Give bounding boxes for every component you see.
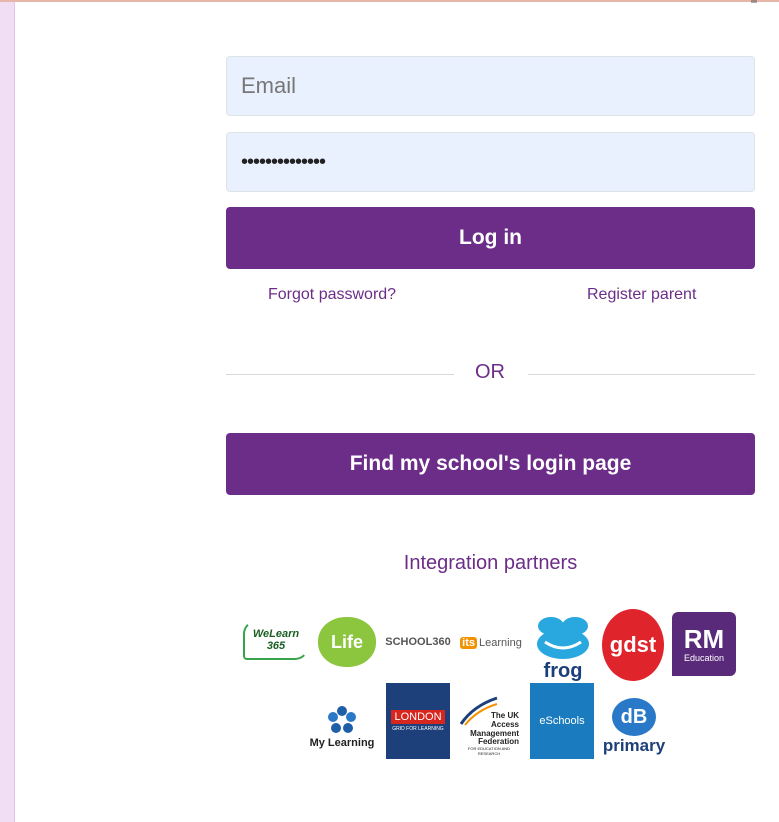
divider-right (528, 374, 755, 375)
welearn-logo: WeLearn 365 (243, 620, 309, 660)
welearn-logo-text: WeLearn 365 (252, 628, 300, 652)
email-input[interactable] (227, 57, 754, 115)
password-input[interactable] (227, 133, 754, 191)
eschools-logo-text: eSchools (539, 715, 585, 727)
life-logo-text: Life (330, 631, 363, 652)
itslearning-badge: its (460, 637, 477, 649)
itslearning-logo: its Learning (459, 630, 523, 656)
email-field[interactable] (226, 56, 755, 116)
gdst-logo: gdst (602, 609, 664, 681)
school360-logo-text: SCHOOL360 (385, 636, 451, 648)
frog-logo-text: frog (543, 660, 583, 682)
mylearning-logo-text: My Learning (309, 737, 375, 749)
corner-mark (751, 0, 757, 3)
gdst-logo-text: gdst (609, 632, 657, 657)
register-parent-link[interactable]: Register parent (587, 286, 696, 304)
or-separator: OR (475, 361, 505, 383)
frog-icon (537, 617, 589, 659)
login-button[interactable]: Log in (226, 207, 755, 269)
london-logo-text: LONDON (391, 710, 445, 724)
ukfed-swoosh-icon (459, 696, 498, 726)
life-logo: Life (318, 617, 376, 667)
london-grid-logo: LONDON GRID FOR LEARNING (386, 683, 450, 759)
integration-partners-heading: Integration partners (403, 552, 578, 574)
school360-logo: SCHOOL360 (385, 628, 451, 656)
password-field[interactable] (226, 132, 755, 192)
ukfed-text-5: FOR EDUCATION AND RESEARCH (467, 746, 511, 756)
rm-logo-text: RM (683, 624, 725, 654)
db-primary-badge: dB (612, 698, 656, 736)
mylearning-logo: My Learning (305, 695, 379, 749)
uk-access-management-federation-logo: The UK Access Management Federation FOR … (459, 690, 523, 756)
db-primary-text: primary (602, 736, 666, 755)
eschools-logo: eSchools (530, 683, 594, 759)
london-logo-subtext: GRID FOR LEARNING (392, 726, 444, 732)
rm-logo-subtext: Education (683, 653, 725, 663)
forgot-password-link[interactable]: Forgot password? (268, 286, 396, 304)
db-primary-logo: dB primary (600, 686, 668, 756)
top-border (0, 0, 779, 2)
frog-logo: frog (533, 608, 593, 682)
rm-education-logo: RM Education (672, 612, 736, 676)
find-school-login-button[interactable]: Find my school's login page (226, 433, 755, 495)
left-panel-border (14, 0, 15, 822)
divider-left (226, 374, 454, 375)
left-panel (0, 0, 14, 822)
itslearning-logo-text: Learning (479, 637, 522, 649)
mylearning-flower-icon (328, 706, 356, 733)
